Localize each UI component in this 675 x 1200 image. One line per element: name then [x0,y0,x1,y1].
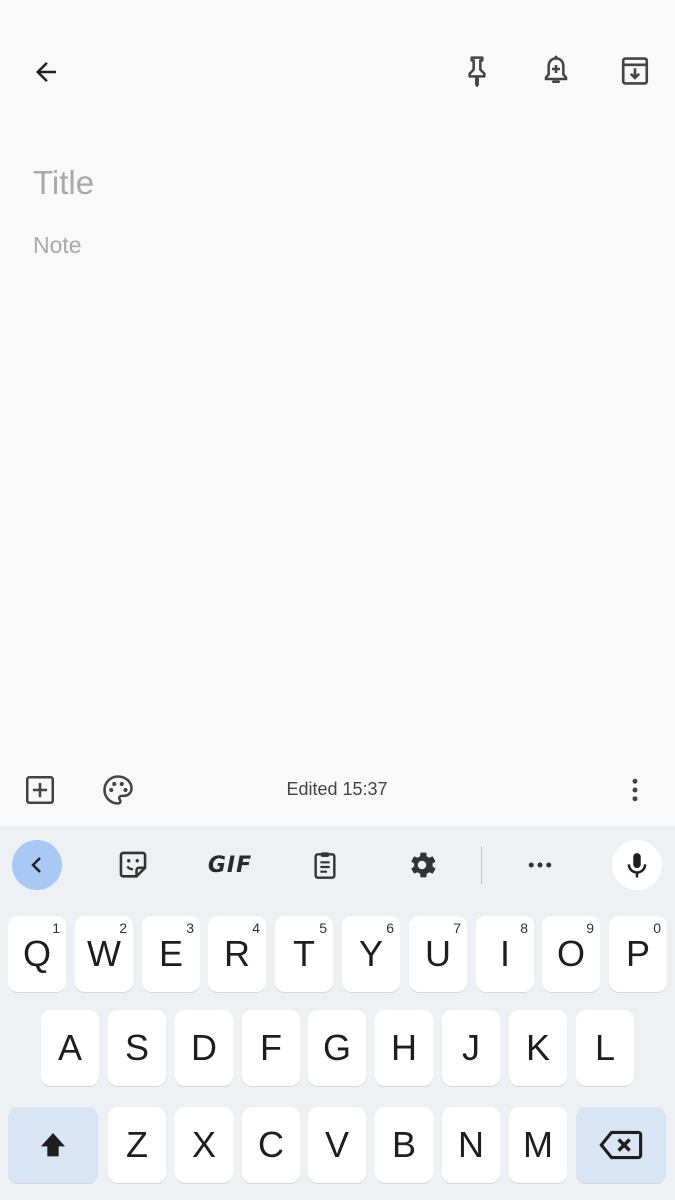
key-b[interactable]: B [375,1107,433,1183]
key-y[interactable]: Y6 [342,916,400,992]
keyboard-more-button[interactable] [515,840,565,890]
key-e[interactable]: E3 [142,916,200,992]
voice-input-button[interactable] [612,840,662,890]
add-content-button[interactable] [16,766,64,814]
keyboard-settings-button[interactable] [397,840,447,890]
key-t[interactable]: T5 [275,916,333,992]
more-horiz-icon [528,862,552,868]
key-f[interactable]: F [242,1010,300,1086]
title-input[interactable]: Title [33,160,633,206]
toolbar-divider [481,846,482,884]
archive-button[interactable] [611,46,659,96]
pin-button[interactable] [453,46,501,96]
palette-icon [103,775,133,805]
backspace-icon [599,1130,643,1160]
more-options-button[interactable] [611,766,659,814]
key-h[interactable]: H [375,1010,433,1086]
key-w[interactable]: W2 [75,916,133,992]
back-button[interactable] [22,48,70,96]
add-box-icon [25,775,55,805]
key-p[interactable]: P0 [609,916,667,992]
clipboard-icon [314,852,336,879]
more-vert-icon [632,778,638,802]
microphone-icon [627,853,647,878]
key-g[interactable]: G [308,1010,366,1086]
shift-icon [40,1132,66,1157]
background-options-button[interactable] [94,766,142,814]
key-m[interactable]: M [509,1107,567,1183]
edited-timestamp: Edited 15:37 [286,779,388,799]
archive-icon [621,57,649,85]
shift-key[interactable] [8,1107,98,1183]
key-k[interactable]: K [509,1010,567,1086]
clipboard-button[interactable] [300,840,350,890]
title-placeholder: Title [33,164,95,201]
key-n[interactable]: N [442,1107,500,1183]
key-v[interactable]: V [308,1107,366,1183]
key-q[interactable]: Q1 [8,916,66,992]
key-a[interactable]: A [41,1010,99,1086]
keyboard-toolbar: GIF [0,826,675,904]
key-r[interactable]: R4 [208,916,266,992]
key-z[interactable]: Z [108,1107,166,1183]
gif-button[interactable]: GIF [202,840,258,890]
sticker-icon [119,851,147,878]
key-o[interactable]: O9 [542,916,600,992]
backspace-key[interactable] [576,1107,666,1183]
key-d[interactable]: D [175,1010,233,1086]
key-u[interactable]: U7 [409,916,467,992]
key-l[interactable]: L [576,1010,634,1086]
reminder-button[interactable] [532,46,580,96]
keyboard-collapse-button[interactable] [12,840,62,890]
key-j[interactable]: J [442,1010,500,1086]
sticker-button[interactable] [108,840,158,890]
note-input[interactable]: Note [33,228,633,262]
add-alert-icon [544,55,568,83]
key-x[interactable]: X [175,1107,233,1183]
key-c[interactable]: C [242,1107,300,1183]
key-i[interactable]: I8 [476,916,534,992]
on-screen-keyboard: GIF Q 1 W 2 E 3 R 4 T 5 Y 6 U 7 I 8 O 9 … [0,826,675,1200]
key-s[interactable]: S [108,1010,166,1086]
note-placeholder: Note [33,232,82,258]
chevron-left-icon [31,857,41,873]
pin-icon [468,56,486,87]
arrow-left-icon [36,62,56,82]
gear-icon [411,852,436,878]
